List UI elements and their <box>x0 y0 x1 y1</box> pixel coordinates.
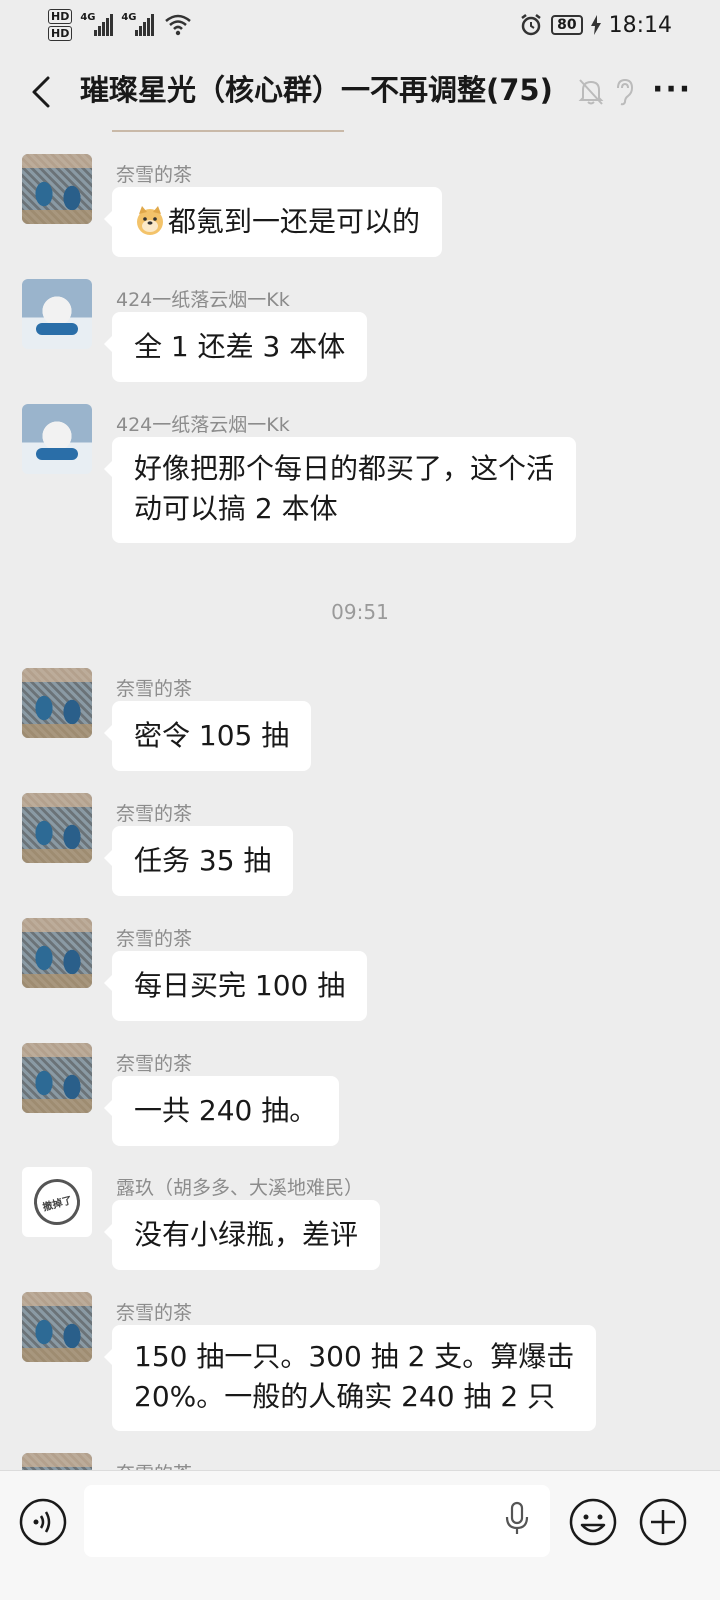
message-text: 密令 105 抽 <box>134 719 290 752</box>
mic-icon <box>505 1501 529 1534</box>
message-bubble[interactable]: 没有小绿瓶，差评 <box>103 1200 381 1270</box>
stamp-logo: 撤掉了 <box>28 1173 86 1231</box>
message-text: 没有小绿瓶，差评 <box>134 1218 359 1251</box>
more-icon: ··· <box>652 72 693 107</box>
avatar[interactable]: 撤掉了 <box>22 1167 92 1237</box>
message-text-line-1: 150 抽一只。300 抽 2 支。算爆击 <box>134 1340 575 1373</box>
avatar[interactable] <box>22 279 92 349</box>
message-bubble[interactable]: 150 抽一只。300 抽 2 支。算爆击 20%。一般的人确实 240 抽 2… <box>103 1325 597 1431</box>
signal-icon-1: 4G <box>80 12 114 36</box>
avatar[interactable] <box>22 668 92 738</box>
message-text: 任务 35 抽 <box>134 844 272 877</box>
alarm-icon <box>521 14 541 36</box>
plus-icon <box>639 1498 687 1546</box>
message-text-line-2: 动可以搞 2 本体 <box>134 492 338 525</box>
status-right: 80 18:14 <box>519 13 672 38</box>
message-bubble[interactable]: 全 1 还差 3 本体 <box>103 312 368 382</box>
sender-name: 露玖（胡多多、大溪地难民） <box>116 1177 364 1199</box>
clock: 18:14 <box>608 12 672 38</box>
message-text-line-2: 20%。一般的人确实 240 抽 2 只 <box>134 1380 556 1413</box>
message-bubble[interactable]: 任务 35 抽 <box>103 826 294 896</box>
bell-off-icon <box>578 79 604 105</box>
message-bubble[interactable]: 都氪到一还是可以的 <box>103 187 443 257</box>
page-title: 璀璨星光（核心群）一不再调整(75) <box>80 73 553 107</box>
battery-indicator: 80 <box>551 15 583 35</box>
avatar[interactable] <box>22 1453 92 1470</box>
voice-button[interactable] <box>18 1497 68 1551</box>
signal-icon-2: 4G <box>121 12 155 36</box>
sender-name: 424一纸落云烟一Kk <box>116 414 290 436</box>
sender-name: 奈雪的茶 <box>116 678 193 700</box>
wifi-icon <box>165 14 192 36</box>
emoji-button[interactable] <box>568 1497 618 1551</box>
message-input[interactable] <box>84 1485 550 1557</box>
avatar[interactable] <box>22 154 92 224</box>
sender-name: 奈雪的茶 <box>116 928 193 950</box>
voice-icon <box>19 1498 67 1546</box>
message-text: 全 1 还差 3 本体 <box>134 330 346 363</box>
sender-name: 奈雪的茶 <box>116 164 193 186</box>
mic-button[interactable] <box>504 1501 530 1541</box>
plus-button[interactable] <box>638 1497 688 1551</box>
avatar[interactable] <box>22 1043 92 1113</box>
message-bubble[interactable]: 密令 105 抽 <box>103 701 312 771</box>
sender-name: 奈雪的茶 <box>116 803 193 825</box>
chat-list[interactable]: 奈雪的茶 都氪到一还是可以的 424一纸落云烟一Kk 全 1 还差 3 本体 4… <box>0 132 720 1470</box>
status-left: HD HD 4G 4G <box>48 9 192 41</box>
emoji-icon <box>569 1498 617 1546</box>
sender-name: 424一纸落云烟一Kk <box>116 289 290 311</box>
timestamp: 09:51 <box>331 600 389 624</box>
sender-name: 奈雪的茶 <box>116 1053 193 1075</box>
back-button[interactable] <box>26 72 56 112</box>
message-text-line-1: 好像把那个每日的都买了，这个活 <box>134 452 555 485</box>
avatar[interactable] <box>22 404 92 474</box>
chevron-left-icon <box>32 76 50 108</box>
input-bar <box>0 1470 720 1600</box>
message-text: 都氪到一还是可以的 <box>168 205 421 238</box>
avatar[interactable] <box>22 793 92 863</box>
message-text: 每日买完 100 抽 <box>134 969 346 1002</box>
message-bubble[interactable]: 一共 240 抽。 <box>103 1076 340 1146</box>
doge-emoji-icon <box>137 206 163 235</box>
hd-badge-1: HD <box>48 9 73 24</box>
charging-icon <box>590 15 601 35</box>
status-bar: HD HD 4G 4G 80 18:14 <box>0 0 720 50</box>
message-bubble[interactable]: 每日买完 100 抽 <box>103 951 368 1021</box>
message-text: 一共 240 抽。 <box>134 1094 318 1127</box>
hd-badge-2: HD <box>48 26 73 41</box>
sender-name: 奈雪的茶 <box>116 1459 192 1470</box>
sender-name: 奈雪的茶 <box>116 1302 193 1324</box>
ear-icon <box>617 78 634 106</box>
more-button[interactable]: ··· <box>652 75 692 105</box>
chat-header: 璀璨星光（核心群）一不再调整(75) ··· <box>0 50 720 132</box>
hd-indicators: HD HD <box>48 9 73 41</box>
avatar[interactable] <box>22 1292 92 1362</box>
message-bubble[interactable]: 好像把那个每日的都买了，这个活 动可以搞 2 本体 <box>103 437 577 543</box>
avatar[interactable] <box>22 918 92 988</box>
